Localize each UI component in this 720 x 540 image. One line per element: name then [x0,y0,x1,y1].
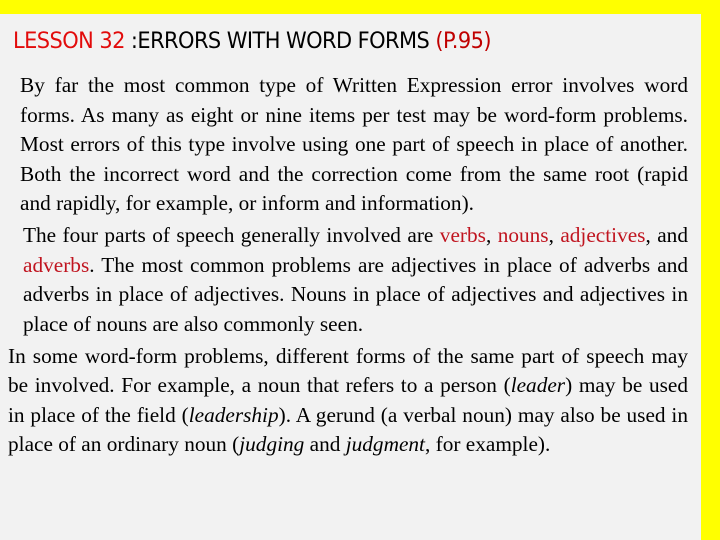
example-judging: judging [239,432,305,456]
paragraph-3: In some word-form problems, different fo… [8,342,688,460]
lesson-body: By far the most common type of Written E… [8,71,688,460]
paragraph-2: The four parts of speech generally invol… [8,221,688,339]
example-leadership: leadership [188,402,279,427]
lesson-title: LESSON 32 :ERRORS WITH WORD FORMS (P.95) [13,28,492,54]
paragraph-3-text: and [304,432,346,456]
paragraph-2-intro: The four parts of speech generally invol… [23,223,440,247]
highlight-adjectives: adjectives [560,223,646,247]
separator: , and [645,223,688,247]
highlight-verbs: verbs [439,223,486,247]
paragraph-3-text: , for example). [424,432,551,456]
separator: , [548,223,561,247]
highlight-nouns: nouns [497,223,549,247]
page-reference: (P.95) [435,28,491,54]
example-leader: leader [510,373,566,397]
paragraph-1: By far the most common type of Written E… [20,73,688,215]
paragraph-2-rest: . The most common problems are adjective… [23,252,688,336]
example-judgment: judgment [345,432,425,456]
highlight-adverbs: adverbs [23,252,90,277]
content-panel: LESSON 32 :ERRORS WITH WORD FORMS (P.95)… [0,14,701,540]
lesson-number: LESSON 32 [13,28,125,54]
lesson-topic: :ERRORS WITH WORD FORMS [124,28,436,54]
separator: , [485,223,498,247]
